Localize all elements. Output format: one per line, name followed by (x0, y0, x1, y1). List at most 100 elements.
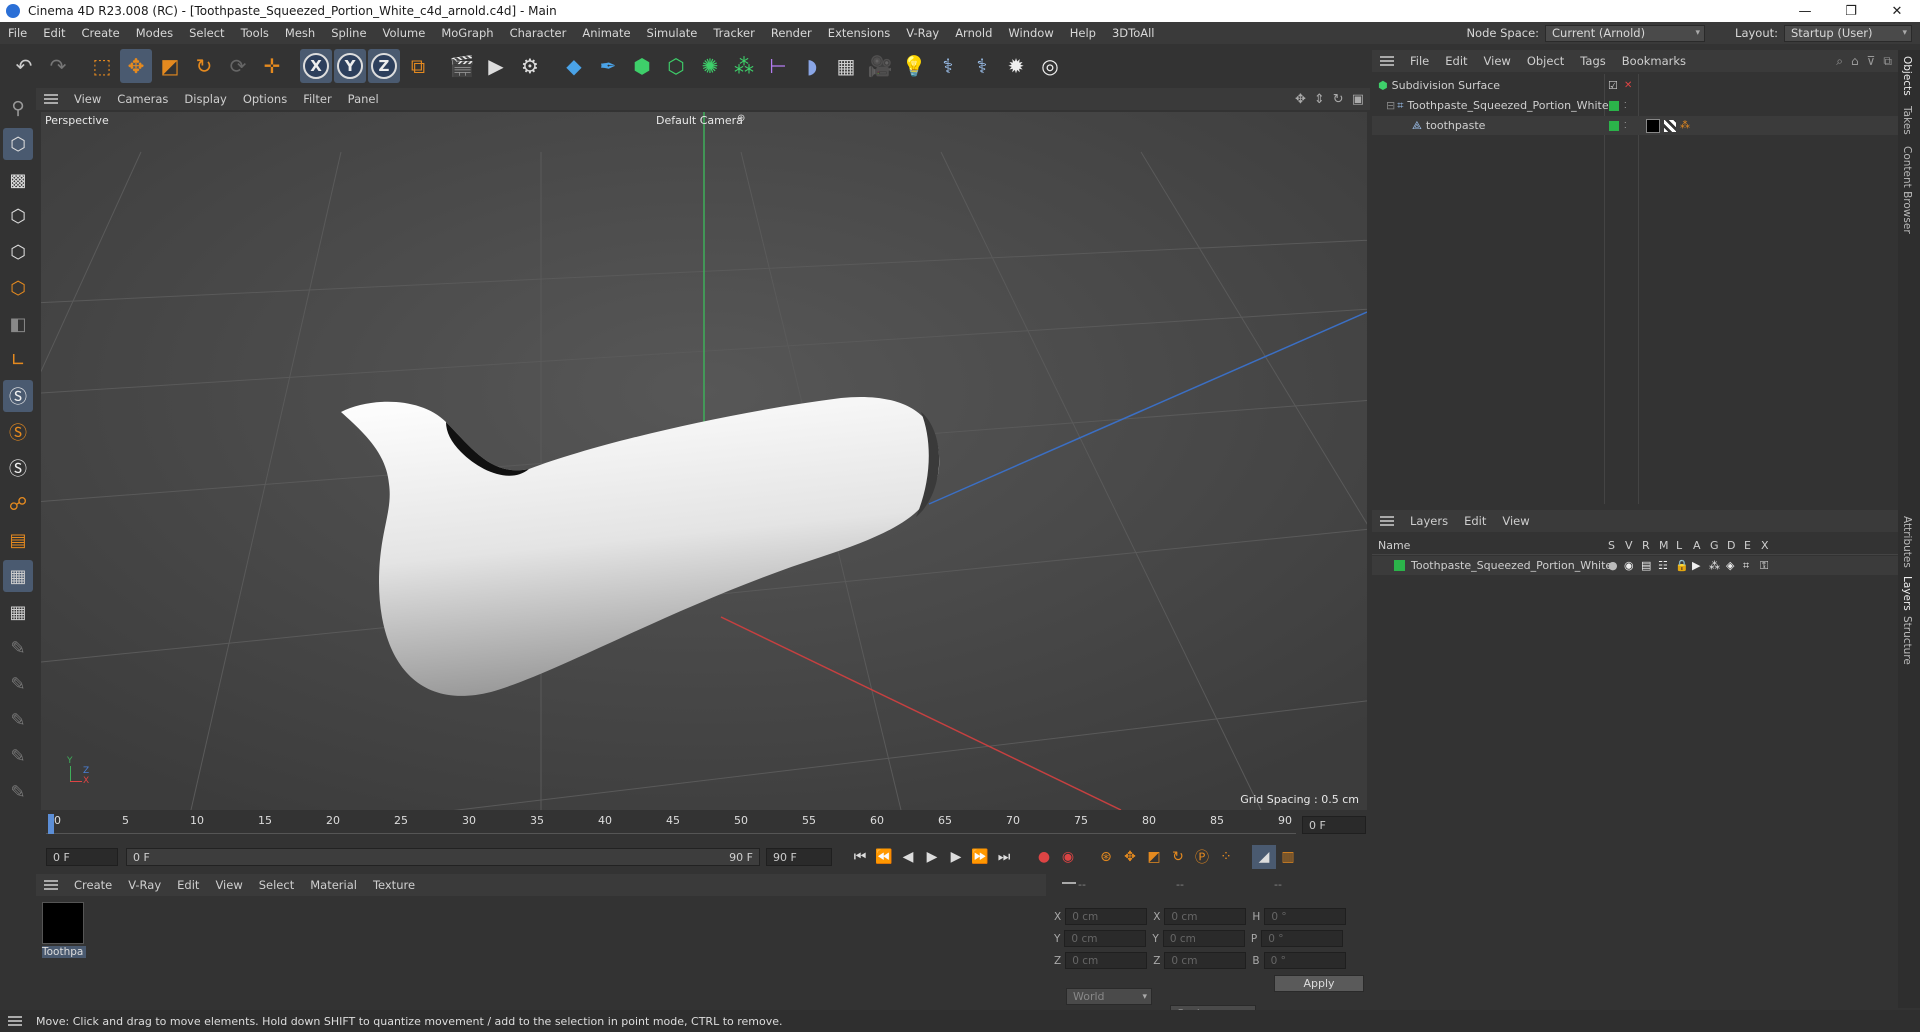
tab-takes[interactable]: Takes (1901, 106, 1913, 135)
layer-generators-icon[interactable]: ⁂ (1709, 559, 1720, 572)
python-script-icon[interactable]: ⚕ (932, 49, 964, 83)
material-menu-vray[interactable]: V-Ray (120, 878, 169, 892)
menu-mograph[interactable]: MoGraph (433, 26, 501, 40)
render-picture-viewer-icon[interactable]: ▶ (480, 49, 512, 83)
object-name[interactable]: toothpaste (1426, 119, 1486, 132)
key-parameter-icon[interactable]: Ⓟ (1190, 845, 1214, 869)
key-rotation-icon[interactable]: ↻ (1166, 845, 1190, 869)
menu-extensions[interactable]: Extensions (820, 26, 898, 40)
timeline-ruler[interactable]: 0 5 10 15 20 25 30 35 40 45 50 55 60 65 … (36, 810, 1370, 840)
subdivision-generator-icon[interactable]: ⬢ (626, 49, 658, 83)
menu-render[interactable]: Render (763, 26, 820, 40)
size-x-field[interactable]: 0 cm (1164, 908, 1247, 925)
viewport-menu-display[interactable]: Display (176, 92, 234, 106)
make-editable-icon[interactable]: ⚲ (3, 92, 33, 124)
camera-label[interactable]: Default Camera (656, 114, 743, 127)
material-tag-icon[interactable] (1646, 118, 1660, 133)
viewport-menu-options[interactable]: Options (235, 92, 295, 106)
model-mode-icon[interactable]: ⬡ (3, 128, 33, 160)
editable-check-icon[interactable]: ☑ (1608, 79, 1618, 92)
current-frame-field[interactable]: 0 F (1302, 816, 1366, 834)
deformer-icon[interactable]: ⊢ (762, 49, 794, 83)
previous-frame-icon[interactable]: ◀ (896, 845, 920, 869)
cloner-icon[interactable]: ⁂ (728, 49, 760, 83)
viewport-menu-view[interactable]: View (66, 92, 109, 106)
move-tool-icon[interactable]: ✥ (120, 49, 152, 83)
perspective-viewport[interactable]: Perspective Default Camera ⊕ Grid Spacin… (41, 112, 1367, 810)
disabled-x-icon[interactable]: ✕ (1624, 80, 1632, 91)
menu-edit[interactable]: Edit (35, 26, 73, 40)
uv-mode-icon[interactable]: ◧ (3, 308, 33, 340)
field-icon[interactable]: ◗ (796, 49, 828, 83)
tweak-icon[interactable]: ✎ (3, 704, 33, 736)
object-row[interactable]: ⬢ Subdivision Surface ☑ ✕ (1372, 76, 1898, 95)
menu-file[interactable]: File (0, 26, 35, 40)
frame-range-slider[interactable]: 0 F 90 F (126, 848, 760, 866)
apply-button[interactable]: Apply (1274, 975, 1364, 992)
material-menu-material[interactable]: Material (302, 878, 365, 892)
object-menu-tags[interactable]: Tags (1572, 54, 1613, 68)
transform-tool-icon[interactable]: ✛ (256, 49, 288, 83)
object-row[interactable]: ⊟ ⌗ Toothpaste_Squeezed_Portion_White ⁚ (1372, 96, 1898, 115)
menu-window[interactable]: Window (1000, 26, 1061, 40)
array-generator-icon[interactable]: ✺ (694, 49, 726, 83)
timeline-window-icon[interactable]: ▥ (1276, 845, 1300, 869)
viewport-pan-icon[interactable]: ✥ (1295, 92, 1306, 107)
tab-content-browser[interactable]: Content Browser (1901, 146, 1913, 234)
python-generator-icon[interactable]: ⚕ (966, 49, 998, 83)
layer-flag-expressions[interactable]: E (1744, 539, 1751, 552)
paint-icon[interactable]: ✎ (3, 668, 33, 700)
grid-planes-icon[interactable]: ▦ (3, 596, 33, 628)
material-menu-select[interactable]: Select (251, 878, 302, 892)
next-key-icon[interactable]: ⏩ (968, 845, 992, 869)
play-icon[interactable]: ▶ (920, 845, 944, 869)
pos-y-field[interactable]: 0 cm (1064, 930, 1147, 947)
visibility-dots-icon[interactable]: ⁚ (1624, 121, 1627, 130)
node-space-dropdown[interactable]: Current (Arnold) (1545, 24, 1706, 42)
material-menu-edit[interactable]: Edit (169, 878, 207, 892)
material-swatch[interactable]: Toothpa (42, 902, 86, 958)
start-frame-field[interactable]: 0 F (46, 848, 118, 866)
menu-modes[interactable]: Modes (128, 26, 181, 40)
autokey-icon[interactable]: ◉ (1056, 845, 1080, 869)
snap-icon[interactable]: Ⓢ (3, 380, 33, 412)
size-y-field[interactable]: 0 cm (1162, 930, 1245, 947)
weight-icon[interactable]: ✎ (3, 776, 33, 808)
object-hamburger-icon[interactable] (1380, 56, 1394, 66)
layer-animation-icon[interactable]: ▶ (1692, 559, 1700, 572)
rot-b-field[interactable]: 0 ° (1263, 952, 1346, 969)
menu-mesh[interactable]: Mesh (277, 26, 323, 40)
points-mode-icon[interactable]: ⬡ (3, 200, 33, 232)
texture-tag-icon[interactable] (1664, 119, 1676, 132)
viewport-menu-panel[interactable]: Panel (340, 92, 387, 106)
workplane-grid-icon[interactable]: ▤ (3, 524, 33, 556)
tab-layers[interactable]: Layers (1901, 576, 1913, 611)
previous-key-icon[interactable]: ⏪ (872, 845, 896, 869)
object-menu-view[interactable]: View (1476, 54, 1519, 68)
key-selection-icon[interactable]: ⊛ (1094, 845, 1118, 869)
tree-expander-icon[interactable]: ⊟ (1386, 99, 1395, 112)
status-hamburger-icon[interactable] (8, 1016, 22, 1026)
layer-solo-icon[interactable]: ● (1608, 559, 1618, 572)
floor-environment-icon[interactable]: ▦ (830, 49, 862, 83)
layer-row[interactable]: Toothpaste_Squeezed_Portion_White ● ◉ ▤ … (1372, 556, 1898, 575)
layer-menu-layers[interactable]: Layers (1402, 514, 1456, 528)
object-menu-object[interactable]: Object (1519, 54, 1572, 68)
layer-menu-edit[interactable]: Edit (1456, 514, 1494, 528)
pos-z-field[interactable]: 0 cm (1065, 952, 1148, 969)
tab-objects[interactable]: Objects (1901, 56, 1913, 96)
layer-flag-manager[interactable]: M (1659, 539, 1669, 552)
axis-mode-icon[interactable]: ∟ (3, 344, 33, 376)
viewport-menu-filter[interactable]: Filter (295, 92, 339, 106)
viewport-rotate-icon[interactable]: ↻ (1333, 92, 1344, 107)
live-selection-icon[interactable]: ⬚ (86, 49, 118, 83)
layer-expressions-icon[interactable]: ⌗ (1743, 559, 1749, 573)
key-pla-icon[interactable]: ⁘ (1214, 845, 1238, 869)
tab-attributes[interactable]: Attributes (1901, 516, 1913, 568)
recent-tools-icon[interactable]: ⟳ (222, 49, 254, 83)
layer-manager-icon[interactable]: ☷ (1658, 559, 1668, 572)
menu-arnold[interactable]: Arnold (947, 26, 1000, 40)
go-to-start-icon[interactable]: ⏮ (848, 845, 872, 869)
material-menu-texture[interactable]: Texture (365, 878, 423, 892)
arnold-tag-icon[interactable]: ⁂ (1680, 120, 1690, 131)
